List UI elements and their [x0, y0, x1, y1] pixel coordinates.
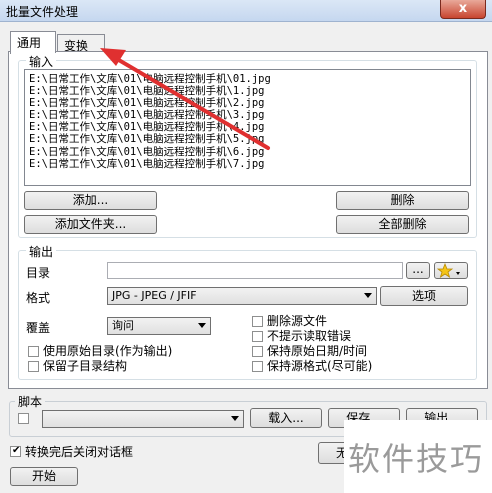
annotation-arrow-icon [100, 48, 270, 150]
